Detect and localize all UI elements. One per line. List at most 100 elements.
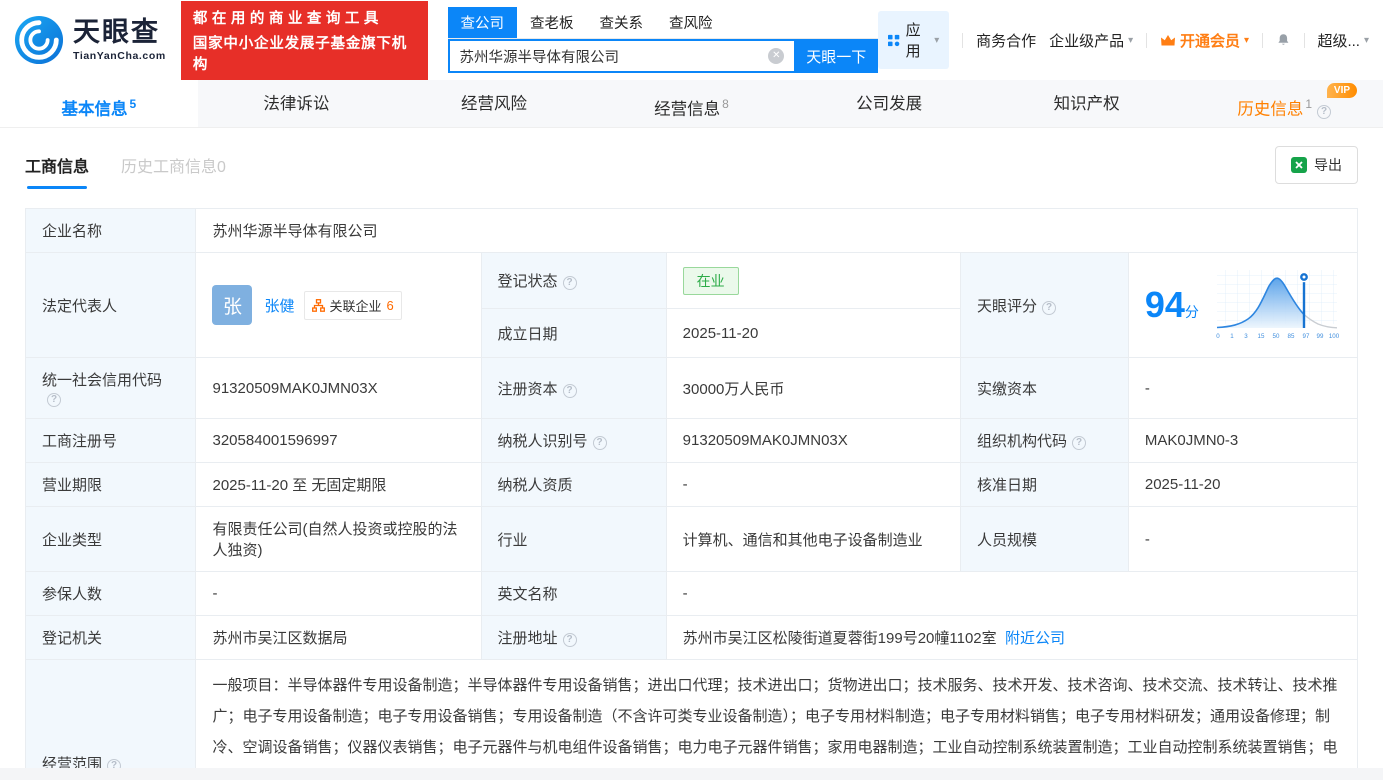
search-tab-relation[interactable]: 查关系 (587, 7, 657, 38)
reg-authority-value: 苏州市吴江区数据局 (195, 615, 482, 660)
search-tab-boss[interactable]: 查老板 (517, 7, 587, 38)
svg-text:99: 99 (1317, 333, 1324, 340)
related-companies-badge[interactable]: 关联企业 6 (303, 290, 402, 320)
table-row: 企业类型 有限责任公司(自然人投资或控股的法人独资) 行业 计算机、通信和其他电… (24, 506, 1359, 572)
tab-basic-info[interactable]: 基本信息 5 (0, 80, 198, 127)
nav-enterprise-label: 企业级产品 (1049, 32, 1125, 50)
help-icon[interactable]: ? (1072, 436, 1087, 450)
org-chart-icon (311, 298, 325, 312)
field-label: 组织机构代码? (960, 418, 1129, 463)
score-unit: 分 (1184, 304, 1199, 320)
table-row: 统一社会信用代码? 91320509MAK0JMN03X 注册资本? 30000… (24, 357, 1359, 419)
company-type-value: 有限责任公司(自然人投资或控股的法人独资) (195, 506, 482, 572)
divider (1146, 32, 1147, 48)
svg-text:0: 0 (1216, 333, 1220, 340)
score-label: 天眼评分 (977, 297, 1038, 315)
table-row: 登记机关 苏州市吴江区数据局 注册地址? 苏州市吴江区松陵街道夏蓉街199号20… (24, 615, 1359, 660)
help-icon[interactable]: ? (1042, 300, 1057, 315)
field-label: 登记状态? (480, 251, 667, 310)
search-area: 查公司 查老板 查关系 查风险 ✕ 天眼一下 (447, 7, 879, 73)
tianyancha-logo[interactable]: 天眼查 TianYanCha.com (14, 15, 166, 65)
tab-count: 8 (722, 97, 729, 111)
business-scope-value: 一般项目：半导体器件专用设备制造；半导体器件专用设备销售；进出口代理；技术进出口… (195, 659, 1358, 780)
avatar[interactable]: 张 (212, 285, 253, 325)
tianyancha-page: 天眼查 TianYanCha.com 都在用的商业查询工具 国家中小企业发展子基… (0, 0, 1383, 780)
field-label: 统一社会信用代码? (24, 357, 197, 419)
divider (1303, 32, 1305, 48)
field-label: 登记机关 (24, 615, 197, 660)
chevron-down-icon: ▾ (934, 34, 940, 46)
credit-code-value: 91320509MAK0JMN03X (195, 357, 482, 419)
search-tab-company[interactable]: 查公司 (447, 7, 517, 38)
nav-cooperation[interactable]: 商务合作 (976, 30, 1036, 51)
divider (1262, 32, 1263, 48)
field-label: 行业 (480, 506, 667, 572)
industry-value: 计算机、通信和其他电子设备制造业 (665, 506, 962, 572)
field-label: 法定代表人 (24, 252, 197, 358)
divider (962, 32, 964, 48)
subtab-business-info[interactable]: 工商信息 (25, 153, 89, 189)
help-icon[interactable]: ? (562, 633, 577, 647)
tab-ip-label: 知识产权 (1053, 95, 1120, 113)
establish-date-value: 2025-11-20 (665, 308, 962, 358)
field-label: 参保人数 (24, 571, 197, 616)
table-row: 工商注册号 320584001596997 纳税人识别号? 91320509MA… (24, 418, 1359, 463)
tab-count: 5 (129, 97, 137, 111)
field-label: 企业名称 (24, 208, 197, 253)
logo-title: 天眼查 (73, 16, 160, 47)
field-label: 经营范围? (24, 659, 197, 780)
svg-text:15: 15 (1258, 333, 1265, 340)
tab-intellectual-property[interactable]: 知识产权 (988, 80, 1186, 127)
nearby-companies-link[interactable]: 附近公司 (1005, 630, 1065, 647)
svg-text:97: 97 (1303, 333, 1310, 340)
tab-history-info[interactable]: VIP 历史信息 1? (1185, 80, 1383, 127)
score-cell[interactable]: 94分 0 1 3 15 50 85 97 99 100 (1127, 252, 1359, 358)
main-tabbar: 基本信息 5 法律诉讼 经营风险 经营信息 8 公司发展 知识产权 VIP 历史信息… (0, 80, 1383, 128)
help-icon[interactable]: ? (562, 276, 577, 291)
legal-rep-link[interactable]: 张健 (264, 295, 294, 316)
score-axis-labels: 0 1 3 15 50 85 97 99 100 (1216, 333, 1339, 340)
export-label: 导出 (1314, 157, 1342, 173)
reg-number-value: 320584001596997 (195, 418, 482, 463)
help-icon[interactable]: ? (47, 393, 61, 407)
tab-history-label: 历史信息 (1237, 100, 1304, 119)
apps-menu[interactable]: 应用 ▾ (878, 11, 950, 69)
business-info-table: 企业名称 苏州华源半导体有限公司 法定代表人 张 张健 关联企业 6 登记状态 … (24, 208, 1359, 780)
subtab-history-business-info[interactable]: 历史工商信息0 (121, 153, 226, 177)
chevron-down-icon: ▾ (1363, 34, 1370, 46)
search-input[interactable] (449, 48, 769, 64)
help-icon[interactable]: ? (562, 383, 577, 398)
paid-capital-value: - (1127, 357, 1359, 419)
tianyancha-logo-icon (14, 15, 64, 65)
table-row: 营业期限 2025-11-20 至 无固定期限 纳税人资质 - 核准日期 202… (24, 462, 1359, 507)
search-button[interactable]: 天眼一下 (794, 39, 879, 73)
field-label: 核准日期 (960, 462, 1129, 507)
reg-address-label: 注册地址 (497, 630, 558, 647)
help-icon[interactable]: ? (1317, 104, 1332, 119)
crown-icon (1160, 34, 1175, 45)
tab-operation-risk[interactable]: 经营风险 (395, 80, 593, 127)
slogan-line1: 都在用的商业查询工具 (192, 10, 383, 27)
search-tab-risk[interactable]: 查风险 (656, 7, 726, 38)
nav-open-vip[interactable]: 开通会员 ▾ (1160, 30, 1249, 51)
slogan-banner: 都在用的商业查询工具 国家中小企业发展子基金旗下机构 (180, 0, 428, 80)
reg-address-value: 苏州市吴江区松陵街道夏蓉街199号20幢1102室 (682, 630, 997, 647)
nav-account[interactable]: 超级... ▾ (1317, 30, 1369, 51)
field-label: 天眼评分? (960, 252, 1129, 358)
credit-code-label: 统一社会信用代码 (42, 372, 163, 389)
org-code-label: 组织机构代码 (977, 433, 1068, 450)
clear-search-icon[interactable]: ✕ (768, 48, 785, 64)
sub-tabbar: 工商信息 历史工商信息0 导出 (0, 128, 1383, 198)
svg-text:100: 100 (1329, 333, 1340, 340)
company-name-value: 苏州华源半导体有限公司 (195, 208, 1358, 253)
export-button[interactable]: 导出 (1275, 146, 1358, 184)
tab-operation-info[interactable]: 经营信息 8 (593, 80, 791, 127)
chevron-down-icon: ▾ (1128, 34, 1134, 46)
related-companies-count: 6 (386, 297, 394, 313)
tab-legal-proceedings[interactable]: 法律诉讼 (198, 80, 396, 127)
notification-bell-icon[interactable] (1276, 31, 1291, 49)
help-icon[interactable]: ? (592, 436, 607, 450)
nav-enterprise[interactable]: 企业级产品 ▾ (1049, 30, 1133, 51)
field-label: 企业类型 (24, 506, 197, 572)
tab-company-development[interactable]: 公司发展 (790, 80, 988, 127)
